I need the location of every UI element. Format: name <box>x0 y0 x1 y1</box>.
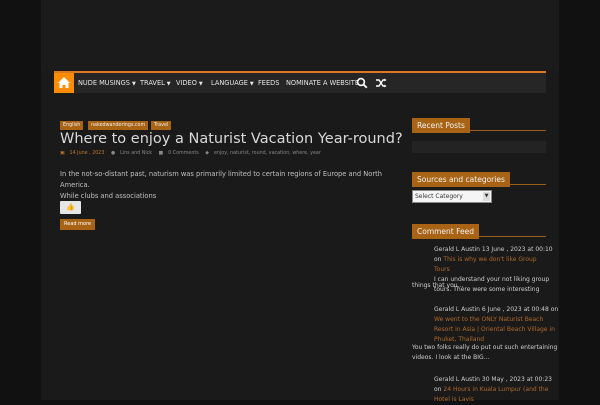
nav-item-video[interactable]: VIDEO ▼ <box>176 73 203 93</box>
post-meta: ▣ 14 June , 2023 ● Lins and Nick ■ 0 Commen… <box>60 151 326 156</box>
post-author[interactable]: Lins and Nick <box>120 151 152 156</box>
nav-item-language[interactable]: LANGUAGE ▼ <box>211 73 254 93</box>
tag-travel[interactable]: Travel <box>151 121 172 130</box>
comment-post-link[interactable]: Resort in Asia | Oriental Beach Village … <box>434 325 564 335</box>
home-button[interactable] <box>54 73 74 93</box>
home-icon <box>58 77 70 88</box>
shuffle-icon[interactable] <box>375 77 387 89</box>
sources-heading: Sources and categories <box>412 167 546 187</box>
nav-item-feeds[interactable]: FEEDS <box>258 73 279 93</box>
comment-post-link[interactable]: We went to the ONLY Naturist Beach <box>434 315 564 325</box>
like-button[interactable]: 👍 <box>60 201 81 214</box>
post-excerpt: In the not-so-distant past, naturism was… <box>60 170 382 200</box>
recent-posts-heading: Recent Posts <box>412 113 546 133</box>
main-navigation: NUDE MUSINGS ▼ TRAVEL ▼ VIDEO ▼ LANGUAGE ▼ F… <box>54 71 546 93</box>
category-select[interactable]: Select Category ▼ <box>412 190 492 203</box>
chevron-down-icon: ▼ <box>249 81 254 87</box>
chevron-down-icon: ▼ <box>166 81 171 87</box>
nav-item-nude-musings[interactable]: NUDE MUSINGS ▼ <box>78 73 136 93</box>
post-keywords[interactable]: enjoy, naturist, round, vacation, where,… <box>214 151 321 156</box>
read-more-button[interactable]: Read more <box>60 219 96 230</box>
post-comments[interactable]: 0 Comments <box>168 151 199 156</box>
nav-item-nominate-website[interactable]: NOMINATE A WEBSITE <box>286 73 359 93</box>
comment-item: Gerald L Austin 30 May , 2023 at 00:23 o… <box>434 375 554 405</box>
tag-icon: ◆ <box>205 151 209 156</box>
comment-icon: ■ <box>158 151 164 156</box>
thumbs-up-icon: 👍 <box>66 203 75 211</box>
comment-post-link[interactable]: Hotel is Lavis <box>434 395 554 405</box>
search-icon[interactable] <box>356 77 368 89</box>
header-banner <box>41 0 559 70</box>
calendar-icon: ▣ <box>60 151 65 156</box>
comment-tail: things that you... <box>412 282 464 289</box>
tag-nakedwanderings[interactable]: nakedwanderings.com <box>88 121 149 130</box>
comment-text: You two folks really do put out such ent… <box>412 344 558 361</box>
comment-post-link[interactable]: This is why we don't like Group Tours <box>434 256 537 273</box>
tag-english[interactable]: English <box>60 121 84 130</box>
comment-item: Gerald L Austin 6 June , 2023 at 00:48 o… <box>434 305 564 345</box>
chevron-down-icon: ▼ <box>198 81 203 87</box>
comment-post-link[interactable]: 24 Hours in Kuala Lumpur (and the <box>443 386 548 393</box>
nav-item-travel[interactable]: TRAVEL ▼ <box>140 73 171 93</box>
comment-feed-heading: Comment Feed <box>412 219 546 239</box>
post-title[interactable]: Where to enjoy a Naturist Vacation Year-… <box>60 131 403 147</box>
post-date[interactable]: 14 June , 2023 <box>70 151 105 156</box>
recent-posts-list <box>412 141 546 153</box>
user-icon: ● <box>110 151 116 156</box>
chevron-down-icon: ▼ <box>483 192 490 201</box>
chevron-down-icon: ▼ <box>131 81 136 87</box>
